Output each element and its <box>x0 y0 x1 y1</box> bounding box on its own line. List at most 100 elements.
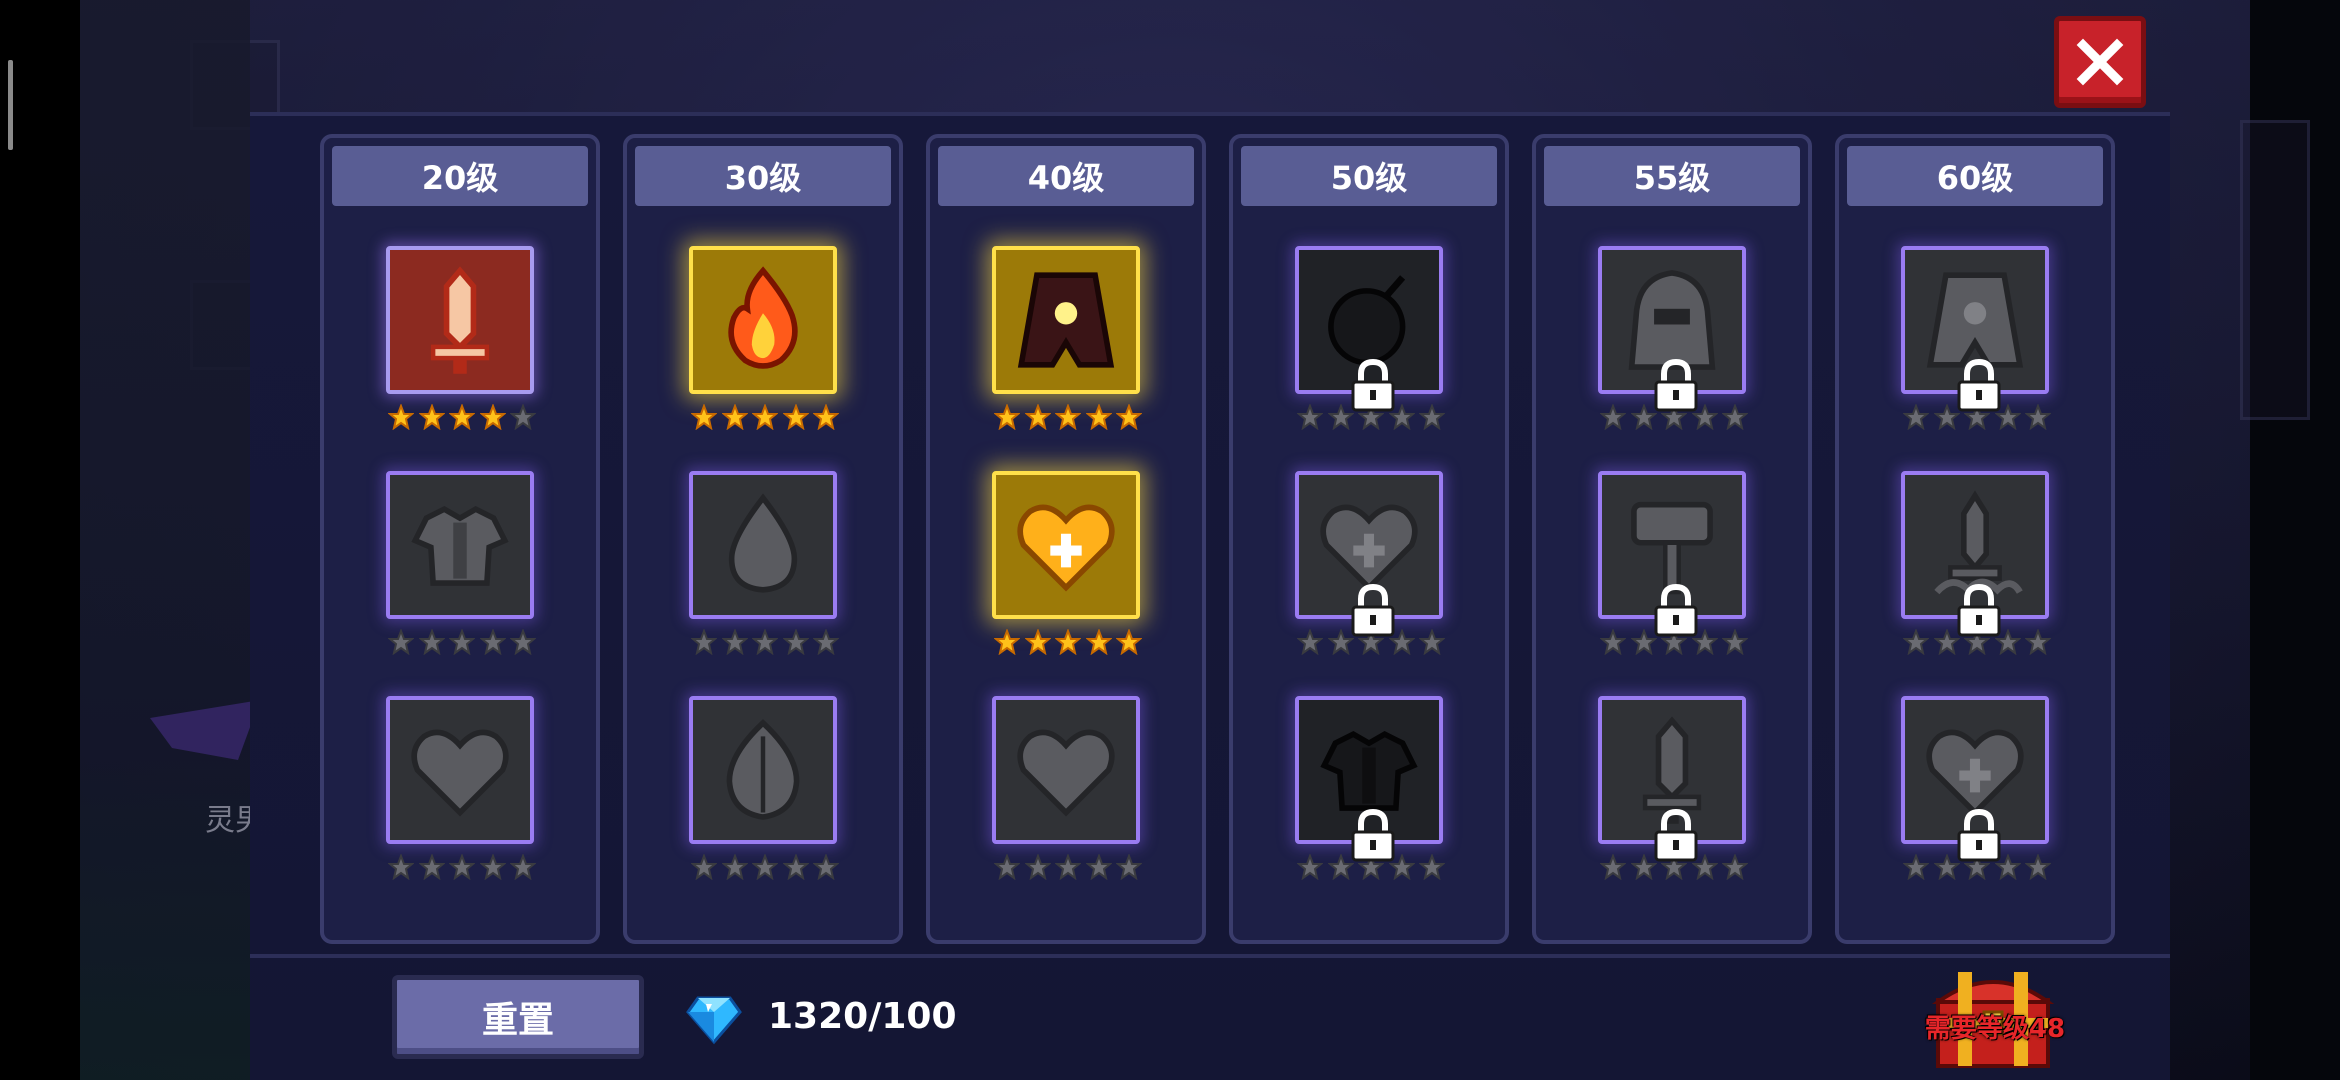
talent-slot[interactable] <box>930 696 1202 896</box>
heart-talent-icon <box>411 729 509 817</box>
star-filled-icon <box>1115 628 1143 656</box>
star-filled-icon <box>478 403 507 431</box>
status-handle <box>8 60 13 150</box>
talent-panel: 20级 30级 40级 50级 55级 60级 <box>250 112 2170 1080</box>
star-empty-icon <box>1902 628 1930 656</box>
star-empty-icon <box>478 628 507 656</box>
panel-divider <box>250 954 2170 958</box>
talent-slot[interactable] <box>324 246 596 446</box>
close-button[interactable] <box>2054 16 2146 108</box>
letterbox-left <box>0 0 80 1080</box>
star-empty-icon <box>1115 853 1143 881</box>
star-empty-icon <box>751 628 779 656</box>
talent-frame[interactable] <box>992 696 1140 844</box>
column-level-header: 30级 <box>635 146 891 206</box>
close-icon <box>2076 38 2124 86</box>
talent-column-5: 55级 <box>1532 134 1812 944</box>
lock-icon <box>1347 358 1399 414</box>
talent-slot[interactable] <box>930 246 1202 446</box>
lock-icon <box>1347 808 1399 864</box>
star-empty-icon <box>1418 853 1446 881</box>
lock-icon <box>1650 808 1702 864</box>
star-empty-icon <box>417 853 446 881</box>
star-filled-icon <box>1084 628 1113 656</box>
lock-icon <box>1953 808 2005 864</box>
column-level-header: 55级 <box>1544 146 1800 206</box>
talent-slot[interactable] <box>1839 246 2111 446</box>
talent-frame[interactable] <box>992 471 1140 619</box>
leaf-talent-icon <box>726 719 800 820</box>
talent-slot[interactable] <box>324 696 596 896</box>
star-filled-icon <box>1054 403 1082 431</box>
drop-talent-icon <box>728 493 798 593</box>
column-level-header: 60级 <box>1847 146 2103 206</box>
star-rating <box>690 403 840 431</box>
talent-column-4: 50级 <box>1229 134 1509 944</box>
gem-icon <box>686 996 742 1045</box>
star-filled-icon <box>1084 403 1113 431</box>
talent-frame[interactable] <box>689 471 837 619</box>
talent-frame[interactable] <box>689 696 837 844</box>
talent-slot[interactable] <box>1233 471 1505 671</box>
talent-frame[interactable] <box>689 246 837 394</box>
star-empty-icon <box>387 628 415 656</box>
lock-icon <box>1347 583 1399 639</box>
talent-slot[interactable] <box>1536 246 1808 446</box>
star-empty-icon <box>1599 853 1627 881</box>
star-filled-icon <box>751 403 779 431</box>
star-empty-icon <box>690 853 718 881</box>
star-rating <box>993 628 1143 656</box>
talent-slot[interactable] <box>1839 471 2111 671</box>
star-empty-icon <box>1418 628 1446 656</box>
star-empty-icon <box>720 853 749 881</box>
talent-frame[interactable] <box>992 246 1140 394</box>
star-filled-icon <box>993 403 1021 431</box>
star-filled-icon <box>1023 403 1052 431</box>
star-empty-icon <box>387 853 415 881</box>
talent-slot[interactable] <box>1536 696 1808 896</box>
star-empty-icon <box>1721 403 1749 431</box>
talent-slot[interactable] <box>1233 246 1505 446</box>
talent-frame[interactable] <box>386 696 534 844</box>
talent-frame[interactable] <box>386 246 534 394</box>
gem-count: 1320/100 <box>768 996 957 1037</box>
column-level-header: 40级 <box>938 146 1194 206</box>
talent-column-3: 40级 <box>926 134 1206 944</box>
armor-talent-icon <box>411 505 509 586</box>
talent-slot[interactable] <box>627 696 899 896</box>
star-rating <box>387 853 537 881</box>
talent-columns: 20级 30级 40级 50级 55级 60级 <box>320 134 2120 944</box>
star-empty-icon <box>2024 403 2052 431</box>
reset-button[interactable]: 重置 <box>392 975 644 1059</box>
star-empty-icon <box>1599 403 1627 431</box>
star-empty-icon <box>1902 403 1930 431</box>
star-empty-icon <box>1599 628 1627 656</box>
star-empty-icon <box>1902 853 1930 881</box>
star-empty-icon <box>1296 403 1324 431</box>
heart-plus-talent-icon <box>1017 504 1115 592</box>
talent-frame[interactable] <box>386 471 534 619</box>
star-filled-icon <box>690 403 718 431</box>
star-empty-icon <box>781 628 810 656</box>
sword-talent-icon <box>430 266 490 374</box>
talent-slot[interactable] <box>1233 696 1505 896</box>
talent-slot[interactable] <box>1839 696 2111 896</box>
talent-slot[interactable] <box>627 471 899 671</box>
cloak-talent-icon <box>1017 272 1115 368</box>
star-rating <box>387 403 537 431</box>
star-empty-icon <box>1054 853 1082 881</box>
talent-slot[interactable] <box>324 471 596 671</box>
star-rating <box>690 628 840 656</box>
star-empty-icon <box>1721 628 1749 656</box>
star-empty-icon <box>417 628 446 656</box>
background-side-panel <box>80 0 250 1080</box>
talent-slot[interactable] <box>627 246 899 446</box>
star-rating <box>690 853 840 881</box>
talent-slot[interactable] <box>1536 471 1808 671</box>
talent-column-1: 20级 <box>320 134 600 944</box>
lock-icon <box>1650 583 1702 639</box>
talent-column-6: 60级 <box>1835 134 2115 944</box>
chest-requirement-label: 需要等级48 <box>1924 1014 2066 1044</box>
star-empty-icon <box>509 628 537 656</box>
talent-slot[interactable] <box>930 471 1202 671</box>
